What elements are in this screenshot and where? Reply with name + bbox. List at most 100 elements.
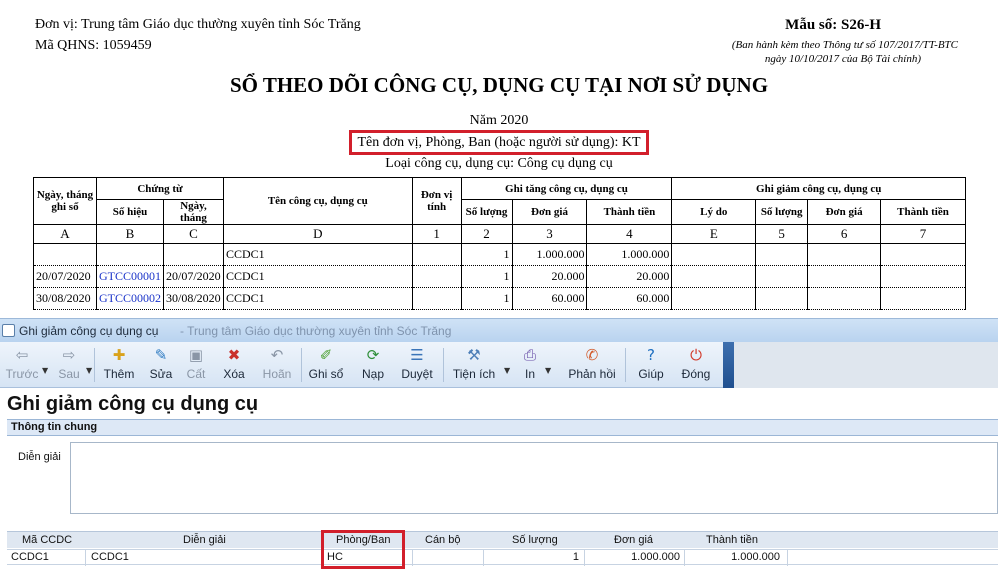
post-icon: ✐ [319, 346, 333, 364]
grid-row[interactable]: CCDC1 CCDC1 HC 1 1.000.000 1.000.000 [7, 549, 998, 566]
report-cell-voucher-date: 20/07/2020 [163, 265, 224, 288]
prev-dropdown-chevron-down-icon[interactable]: ▼ [42, 366, 48, 375]
grid-column-divider [787, 550, 788, 566]
index-cell: B [95, 224, 165, 244]
report-cell-voucher-no[interactable]: GTCC00001 [95, 265, 165, 288]
grid-header-cell[interactable]: Đơn giá [614, 534, 653, 546]
col-qty2: Số lượng [755, 199, 809, 225]
print-dropdown-chevron-down-icon[interactable]: ▼ [545, 366, 551, 375]
add-doc-icon: ✚ [112, 346, 126, 364]
toolbar-button-label: Hoãn [262, 367, 292, 381]
grid-header: Mã CCDC Diễn giải Phòng/Ban Cán bộ Số lượng Đ… [7, 531, 998, 548]
report-title: SỔ THEO DÕI CÔNG CỤ, DỤNG CỤ TẠI NƠI SỬ … [229, 73, 769, 97]
col-price2: Đơn giá [807, 199, 882, 225]
report-cell-empty [807, 243, 882, 266]
grid-column-divider [483, 550, 484, 566]
toolbar-button-add-doc[interactable]: ✚ Thêm [100, 342, 138, 388]
arrow-left-icon: ⇦ [15, 346, 29, 364]
grid-column-divider [684, 550, 685, 566]
report-cell-voucher-no[interactable] [95, 243, 165, 266]
col-date: Ngày, tháng ghi sổ [33, 177, 97, 225]
help-icon: ? [647, 346, 655, 364]
toolbar-separator [301, 348, 302, 382]
toolbar-button-label: Cất [186, 367, 206, 381]
grid-cell-code[interactable]: CCDC1 [11, 551, 49, 563]
report-cell-amount: 1.000.000 [586, 243, 673, 266]
grid-cell-desc[interactable]: CCDC1 [91, 551, 129, 563]
col-unit: Đơn vị tính [411, 177, 462, 225]
report-preview: Đơn vị: Trung tâm Giáo dục thường xuyên … [0, 0, 998, 318]
toolbar-button-label: Ghi sổ [308, 367, 344, 381]
col-price: Đơn giá [511, 199, 588, 225]
report-cell-empty [671, 243, 757, 266]
grid-column-divider [412, 550, 413, 566]
report-legal-note-1: (Ban hành kèm theo Thông tư số 107/2017/… [731, 39, 958, 51]
report-row: 20/07/2020 GTCC00001 20/07/2020 CCDC1 1 20.00… [33, 265, 966, 288]
close-icon: ⏻ [690, 346, 702, 364]
report-year: Năm 2020 [469, 113, 529, 128]
report-cell-empty [880, 265, 966, 288]
save-icon: ▣ [188, 346, 204, 364]
report-cell-voucher-date: 30/08/2020 [163, 287, 224, 310]
col-voucher-date: Ngày, tháng [163, 199, 224, 225]
description-textarea[interactable] [70, 442, 998, 514]
form-title: Ghi giảm công cụ dụng cụ [7, 393, 259, 415]
index-cell: C [163, 224, 224, 244]
toolbar-button-label: Tiện ích [452, 367, 496, 381]
toolbar-button-arrow-left[interactable]: ⇦ Trước [4, 342, 40, 388]
index-cell: 6 [807, 224, 882, 244]
next-dropdown-chevron-down-icon[interactable]: ▼ [86, 366, 92, 375]
toolbar-button-label: Sửa [149, 367, 173, 381]
print-icon: ⎙ [523, 346, 536, 364]
toolbar-overflow-button[interactable] [723, 342, 734, 388]
grid-column-divider [85, 550, 86, 566]
toolbar-button-post[interactable]: ✐ Ghi sổ [305, 342, 347, 388]
arrow-right-icon: ⇨ [62, 346, 76, 364]
toolbar-button-close[interactable]: ⏻ Đóng [676, 342, 716, 388]
toolbar-button-feedback[interactable]: ✆ Phản hồi [563, 342, 621, 388]
grid-header-cell[interactable]: Thành tiền [706, 534, 758, 546]
toolbar-button-edit[interactable]: ✎ Sửa [146, 342, 176, 388]
report-cell-amount: 60.000 [586, 287, 673, 310]
report-cell-price: 20.000 [511, 265, 588, 288]
window-titlebar: Ghi giảm công cụ dụng cụ - Trung tâm Giá… [0, 318, 998, 342]
index-cell: 3 [511, 224, 588, 244]
toolbar-button-help[interactable]: ? Giúp [634, 342, 668, 388]
report-qhns: Mã QHNS: 1059459 [35, 38, 152, 53]
toolbar-button-print[interactable]: ⎙ In [517, 342, 543, 388]
toolbar-button-delete[interactable]: ✖ Xóa [219, 342, 249, 388]
index-cell: A [33, 224, 97, 244]
undo-icon: ↶ [270, 346, 284, 364]
index-cell: 4 [586, 224, 673, 244]
report-cell-empty [880, 243, 966, 266]
grid-header-cell[interactable]: Diễn giải [183, 534, 226, 546]
grid-header-cell[interactable]: Mã CCDC [22, 534, 72, 546]
report-cell-price: 60.000 [511, 287, 588, 310]
window-app-icon [2, 324, 15, 337]
grid-header-cell[interactable]: Số lượng [512, 534, 558, 546]
report-legal-note-2: ngày 10/10/2017 của Bộ Tài chính) [764, 53, 921, 65]
toolbar-button-utilities[interactable]: ⚒ Tiện ích [450, 342, 498, 388]
grid-cell-price[interactable]: 1.000.000 [631, 551, 680, 563]
toolbar-separator [94, 348, 95, 382]
toolbar-button-save[interactable]: ▣ Cất [183, 342, 209, 388]
toolbar-button-undo[interactable]: ↶ Hoãn [258, 342, 296, 388]
grid-header-cell[interactable]: Cán bộ [425, 534, 460, 546]
dept-column-highlight [321, 530, 405, 569]
toolbar-button-review[interactable]: ☰ Duyệt [397, 342, 437, 388]
report-cell-qty: 1 [460, 287, 513, 310]
report-cell-empty [755, 265, 809, 288]
utilities-dropdown-chevron-down-icon[interactable]: ▼ [504, 366, 510, 375]
toolbar-button-label: Thêm [103, 367, 135, 381]
toolbar-button-label: Xóa [223, 367, 245, 381]
report-cell-empty [807, 265, 882, 288]
col-decrease: Ghi giảm công cụ, dụng cụ [671, 177, 966, 200]
grid-cell-qty[interactable]: 1 [573, 551, 579, 563]
toolbar-button-reload[interactable]: ⟳ Nạp [356, 342, 390, 388]
report-cell-price: 1.000.000 [511, 243, 588, 266]
report-cell-qty: 1 [460, 265, 513, 288]
report-cell-voucher-no[interactable]: GTCC00002 [95, 287, 165, 310]
toolbar-button-arrow-right[interactable]: ⇨ Sau [50, 342, 88, 388]
grid-cell-amount[interactable]: 1.000.000 [731, 551, 780, 563]
col-voucher: Chứng từ [95, 177, 224, 200]
